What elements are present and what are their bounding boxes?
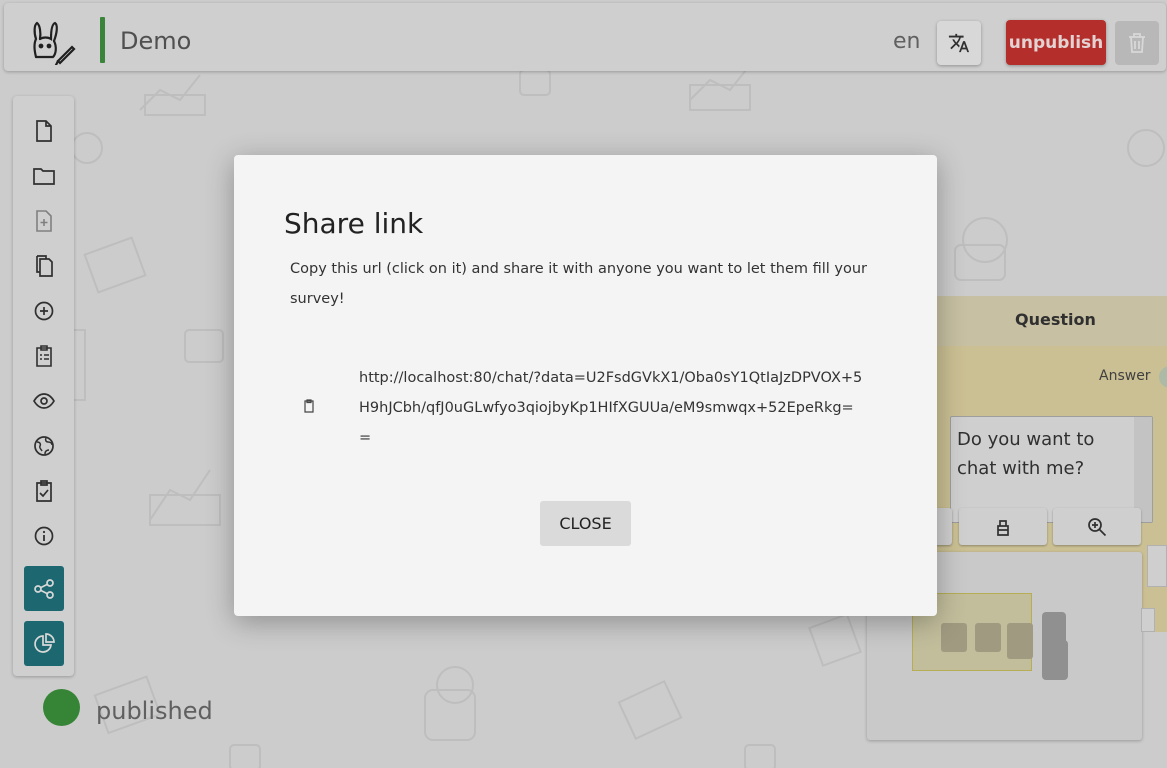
share-link-dialog: Share link Copy this url (click on it) a… xyxy=(234,155,937,616)
close-button[interactable]: CLOSE xyxy=(540,501,631,546)
share-url[interactable]: http://localhost:80/chat/?data=U2FsdGVkX… xyxy=(359,363,864,453)
clipboard-icon[interactable] xyxy=(303,399,315,413)
dialog-title: Share link xyxy=(284,207,424,240)
dialog-description: Copy this url (click on it) and share it… xyxy=(290,261,868,307)
